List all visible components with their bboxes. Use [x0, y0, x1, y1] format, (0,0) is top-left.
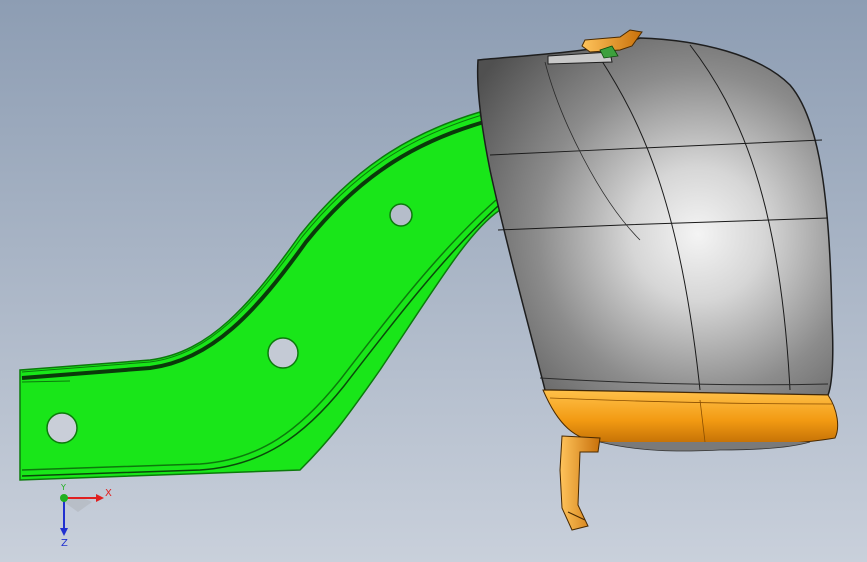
mounting-hole-3[interactable]: [389, 203, 413, 227]
y-axis-label: Y: [60, 483, 66, 492]
orientation-triad[interactable]: X Y Z: [44, 478, 114, 548]
cad-3d-viewport[interactable]: X Y Z: [0, 0, 867, 562]
z-axis-label: Z: [61, 538, 68, 548]
triad-wedge: [64, 498, 92, 512]
y-axis-marker: [60, 494, 68, 502]
model-scene[interactable]: [0, 0, 867, 562]
x-axis-label: X: [105, 488, 112, 499]
z-axis-arrow: [60, 528, 68, 536]
x-axis-arrow: [96, 494, 104, 502]
mounting-hole-1[interactable]: [46, 412, 78, 444]
mounting-hole-2[interactable]: [267, 337, 299, 369]
